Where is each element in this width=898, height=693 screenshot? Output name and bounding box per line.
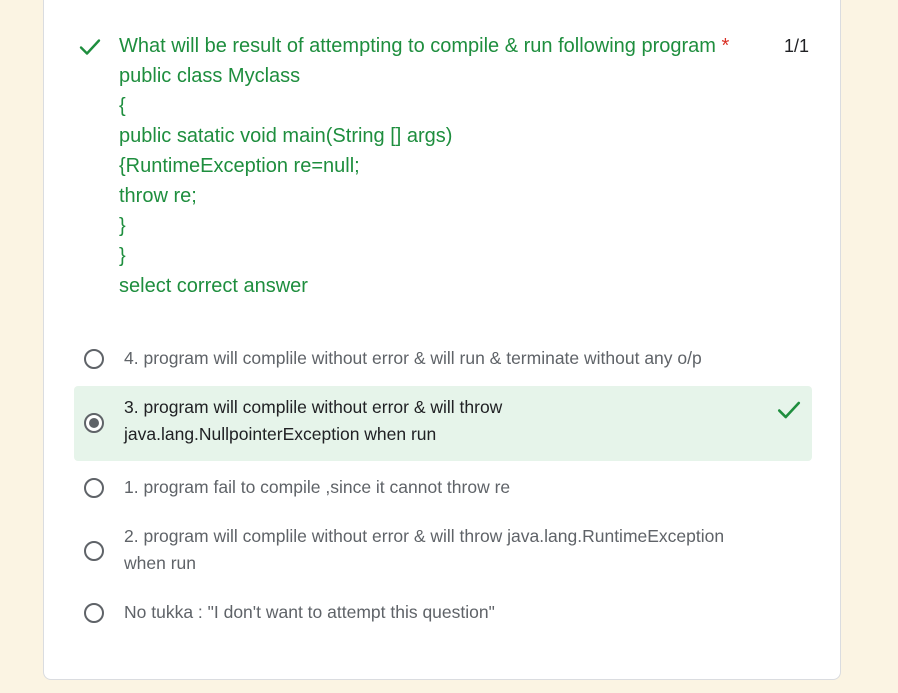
- radio-button[interactable]: [84, 541, 104, 561]
- correct-checkmark-icon: [777, 401, 801, 419]
- question-instruction: select correct answer: [119, 275, 308, 297]
- checkmark-icon: [79, 39, 101, 55]
- question-card: What will be result of attempting to com…: [43, 0, 841, 680]
- answer-option[interactable]: 1. program fail to compile ,since it can…: [74, 466, 812, 512]
- question-code-line: }: [119, 215, 126, 237]
- answer-option-label: 2. program will complile without error &…: [124, 523, 724, 577]
- required-marker: *: [721, 35, 730, 57]
- answer-option[interactable]: No tukka : "I don't want to attempt this…: [74, 591, 812, 637]
- question-title: What will be result of attempting to com…: [119, 35, 730, 57]
- answer-option-label: 1. program fail to compile ,since it can…: [124, 477, 511, 497]
- answer-option-label-line: 3. program will complile without error &…: [124, 397, 503, 417]
- radio-button[interactable]: [84, 478, 104, 498]
- answer-option-label: 4. program will complile without error &…: [124, 348, 702, 368]
- question-code-line: {: [119, 95, 126, 117]
- radio-button[interactable]: [84, 603, 104, 623]
- question-code-line: {RuntimeException re=null;: [119, 155, 360, 177]
- radio-button-selected[interactable]: [84, 413, 104, 433]
- score-label: 1/1: [784, 36, 810, 56]
- question-code-line: public satatic void main(String [] args): [119, 125, 453, 147]
- radio-button[interactable]: [84, 349, 104, 369]
- question-code-line: throw re;: [119, 185, 197, 207]
- answer-option[interactable]: 4. program will complile without error &…: [74, 336, 812, 382]
- answer-option-label-line: when run: [124, 553, 196, 573]
- question-text: What will be result of attempting to com…: [119, 31, 759, 301]
- answer-option-selected[interactable]: 3. program will complile without error &…: [74, 386, 812, 461]
- answer-option-label: 3. program will complile without error &…: [124, 394, 502, 448]
- answer-option-label-line: java.lang.NullpointerException when run: [124, 424, 437, 444]
- question-code-line: }: [119, 245, 126, 267]
- answer-option-label: No tukka : "I don't want to attempt this…: [124, 602, 495, 622]
- answer-option-label-line: 2. program will complile without error &…: [124, 526, 725, 546]
- answer-option[interactable]: 2. program will complile without error &…: [74, 515, 812, 587]
- question-code-line: public class Myclass: [119, 65, 301, 87]
